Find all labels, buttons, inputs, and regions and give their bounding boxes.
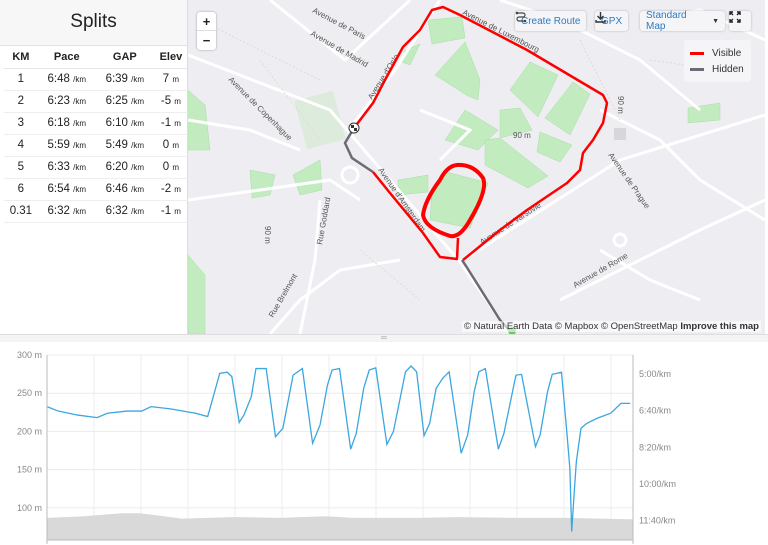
map-canvas[interactable]: Avenue de Paris Avenue de Madrid Avenue … [188,0,765,334]
split-row: 5 6:33 /km 6:20 /km 0 m [4,156,188,179]
right-axis-tick: 10:00/km [639,479,676,489]
left-axis-tick: 250 m [17,388,42,398]
split-km: 4 [4,134,38,157]
left-axis-tick: 100 m [17,503,42,513]
create-route-label: Create Route [521,15,581,27]
splits-table: KM Pace GAP Elev 1 6:48 /km 6:39 /km 7 m… [4,46,188,223]
zoom-in-button[interactable]: + [197,12,216,31]
split-row: 2 6:23 /km 6:25 /km -5 m [4,90,188,113]
create-route-button[interactable]: Create Route [515,11,587,31]
fullscreen-button[interactable] [729,11,751,31]
split-row: 3 6:18 /km 6:10 /km -1 m [4,112,188,135]
parks [188,16,721,334]
split-gap: 6:10 /km [95,112,154,135]
split-pace: 6:32 /km [37,200,96,223]
split-elev: -1 m [153,200,188,223]
legend-hidden: Hidden [712,63,744,75]
street-labels: Avenue de Paris Avenue de Madrid Avenue … [227,6,652,319]
map-style-label: Standard Map [646,10,687,32]
split-elev: 0 m [153,134,188,157]
left-axis-tick: 300 m [17,350,42,360]
split-km: 3 [4,112,38,135]
route-legend: Visible Hidden [684,40,751,82]
elev-label: 90 m [616,96,625,114]
map[interactable]: Avenue de Paris Avenue de Madrid Avenue … [188,0,765,334]
split-gap: 6:46 /km [95,178,154,201]
chevron-down-icon: ▼ [712,17,719,25]
col-km: KM [4,46,38,69]
panel-resize-handle[interactable]: ═ [0,334,768,342]
map-style-select[interactable]: Standard Map ▼ [640,10,725,32]
split-km: 6 [4,178,38,201]
split-row: 0.31 6:32 /km 6:32 /km -1 m [4,200,188,223]
elevation-area [47,513,633,540]
split-km: 5 [4,156,38,179]
split-gap: 6:39 /km [95,68,154,91]
split-km: 0.31 [4,200,38,223]
split-elev: -2 m [153,178,188,201]
splits-panel: Splits KM Pace GAP Elev 1 6:48 /km 6:39 … [0,0,188,334]
elev-label: 90 m [263,226,272,244]
split-pace: 5:59 /km [37,134,96,157]
fullscreen-icon [729,11,741,23]
visible-swatch [690,51,704,55]
split-gap: 5:49 /km [95,134,154,157]
download-icon [595,12,606,23]
split-elev: 0 m [153,156,188,179]
split-elev: -5 m [153,90,188,113]
right-axis-tick: 6:40/km [639,406,671,416]
map-attribution: © Natural Earth Data © Mapbox © OpenStre… [461,321,761,332]
left-axis-tick: 150 m [17,465,42,475]
split-row: 4 5:59 /km 5:49 /km 0 m [4,134,188,157]
col-gap: GAP [95,46,154,69]
split-gap: 6:25 /km [95,90,154,113]
legend-visible: Visible [712,47,742,59]
split-pace: 6:33 /km [37,156,96,179]
split-pace: 6:54 /km [37,178,96,201]
zoom-out-button[interactable]: − [197,31,216,50]
street-label: Rue Brelmont [267,271,300,319]
split-pace: 6:23 /km [37,90,96,113]
street-label: Avenue de Prague [606,151,652,211]
route-icon [515,11,527,23]
left-axis-tick: 200 m [17,426,42,436]
col-elev: Elev [153,46,188,69]
right-axis-tick: 5:00/km [639,369,671,379]
gpx-download-button[interactable]: GPX [595,11,629,31]
split-pace: 6:48 /km [37,68,96,91]
split-elev: -1 m [153,112,188,135]
right-axis-tick: 8:20/km [639,442,671,452]
split-row: 1 6:48 /km 6:39 /km 7 m [4,68,188,91]
pace-elevation-chart: 300 m 250 m 200 m 150 m 100 m 5:00/km 6:40/km 8… [17,350,676,544]
right-axis-tick: 11:40/km [639,516,675,526]
attribution-text: © Natural Earth Data © Mapbox © OpenStre… [463,321,678,332]
split-km: 2 [4,90,38,113]
start-flag-icon [348,122,360,134]
split-row: 6 6:54 /km 6:46 /km -2 m [4,178,188,201]
split-elev: 7 m [153,68,188,91]
split-km: 1 [4,68,38,91]
split-pace: 6:18 /km [37,112,96,135]
split-gap: 6:20 /km [95,156,154,179]
hidden-swatch [690,67,704,71]
zoom-control: + − [197,12,216,50]
splits-title: Splits [0,0,187,46]
col-pace: Pace [37,46,96,69]
improve-map-link[interactable]: Improve this map [680,321,759,332]
split-gap: 6:32 /km [95,200,154,223]
pace-line [46,365,631,532]
elev-label: 90 m [513,131,531,140]
